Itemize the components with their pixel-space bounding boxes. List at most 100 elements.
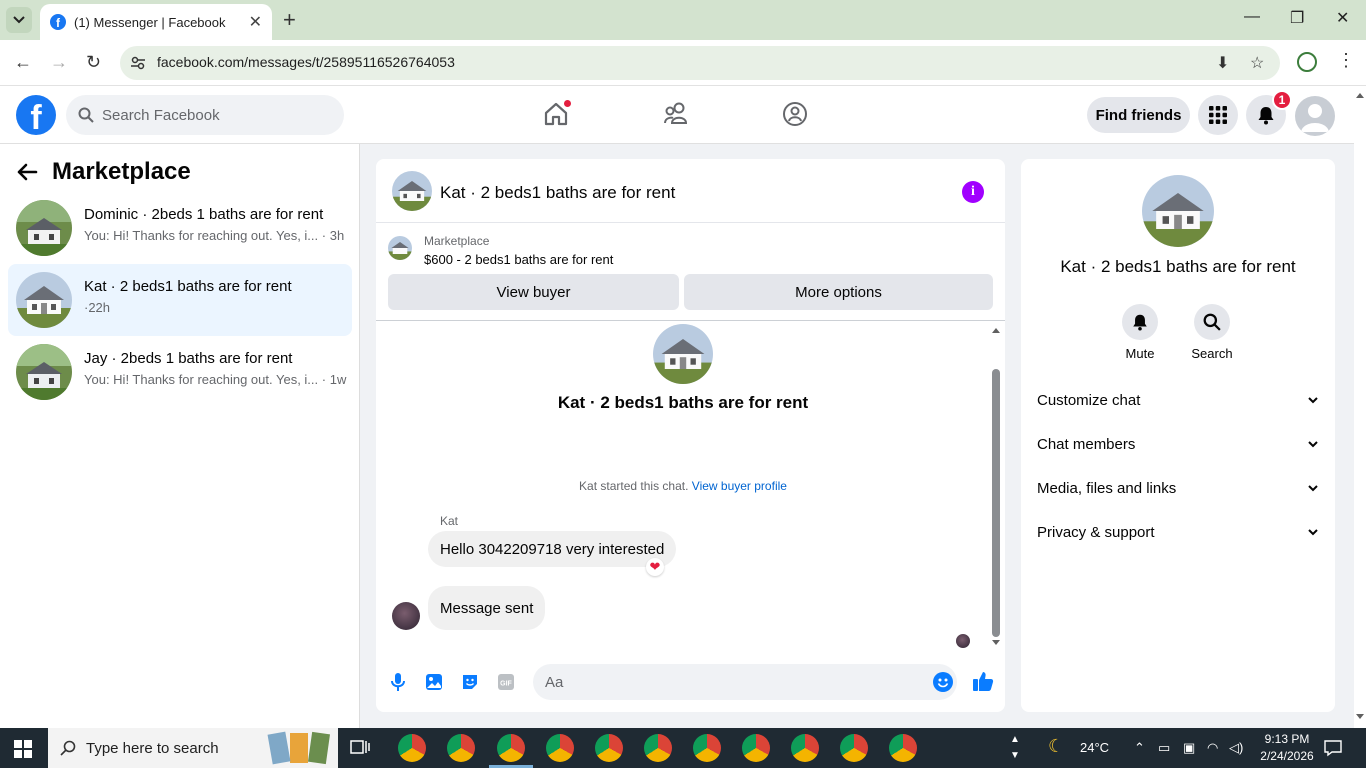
conversation-snippet: You: Hi! Thanks for reaching out. Yes, i… <box>84 372 347 387</box>
taskbar-clock[interactable]: 9:13 PM 2/24/2026 <box>1255 731 1319 765</box>
conversation-item-active[interactable]: Kat · 2 beds1 baths are for rent ·22h <box>8 264 352 336</box>
chrome-taskbar-icon[interactable] <box>791 734 819 762</box>
chrome-taskbar-icon[interactable] <box>644 734 672 762</box>
mute-action[interactable]: Mute <box>1110 304 1170 361</box>
chrome-taskbar-icon-active[interactable] <box>489 734 533 768</box>
chat-intro-name: Kat · 2 beds1 baths are for rent <box>557 393 809 412</box>
weather-moon-icon[interactable]: ☾ <box>1048 736 1064 757</box>
gif-icon[interactable]: GIF <box>496 672 516 692</box>
chat-members-section[interactable]: Chat members <box>1029 424 1327 464</box>
new-tab-button[interactable]: + <box>283 8 296 32</box>
conversation-item[interactable]: Dominic · 2beds 1 baths are for rent You… <box>8 192 352 264</box>
groups-icon[interactable] <box>781 100 809 128</box>
chrome-taskbar-icon[interactable] <box>889 734 917 762</box>
site-settings-icon[interactable] <box>130 55 146 71</box>
find-friends-button[interactable]: Find friends <box>1087 97 1190 133</box>
chevron-down-icon <box>1308 397 1318 404</box>
facebook-logo-icon[interactable]: f <box>16 95 56 135</box>
chat-header-name[interactable]: Kat · 2 beds1 baths are for rent <box>440 183 675 203</box>
battery-icon[interactable]: ▭ <box>1158 740 1170 756</box>
chevron-down-icon <box>13 16 25 24</box>
chrome-taskbar-icon[interactable] <box>693 734 721 762</box>
chrome-taskbar-icon[interactable] <box>840 734 868 762</box>
message-input[interactable] <box>533 664 957 700</box>
back-arrow-icon[interactable] <box>16 163 38 181</box>
close-window-icon[interactable]: ✕ <box>1336 8 1349 28</box>
taskbar-search[interactable]: Type here to search <box>48 728 338 768</box>
device-icon[interactable]: ▣ <box>1183 740 1195 756</box>
more-options-button[interactable]: More options <box>684 274 993 310</box>
clock-date: 2/24/2026 <box>1260 749 1314 763</box>
volume-icon[interactable]: ◁) <box>1229 740 1243 756</box>
house-thumbnail[interactable] <box>392 171 432 211</box>
install-app-icon[interactable]: ⬇ <box>1216 53 1229 73</box>
details-thumbnail <box>1142 175 1214 247</box>
incoming-message-bubble[interactable]: Message sent <box>428 586 546 630</box>
facebook-search[interactable] <box>66 95 344 135</box>
photo-icon[interactable] <box>424 672 444 692</box>
conversation-item[interactable]: Jay · 2beds 1 baths are for rent You: Hi… <box>8 336 352 408</box>
forward-icon[interactable]: → <box>50 52 68 73</box>
account-avatar[interactable] <box>1295 96 1335 136</box>
chrome-taskbar-icon[interactable] <box>398 734 426 762</box>
restore-icon[interactable]: ❐ <box>1290 8 1304 28</box>
chrome-taskbar-icon[interactable] <box>742 734 770 762</box>
chrome-taskbar-icon[interactable] <box>546 734 574 762</box>
view-buyer-profile-link[interactable]: View buyer profile <box>692 479 787 493</box>
search-in-chat-button[interactable] <box>1194 304 1230 340</box>
bell-icon <box>1258 107 1274 125</box>
show-hidden-icons-icon[interactable]: ⌃ <box>1134 740 1145 756</box>
bookmark-star-icon[interactable]: ☆ <box>1250 53 1264 73</box>
view-buyer-button[interactable]: View buyer <box>388 274 679 310</box>
url-text: facebook.com/messages/t/2589511652676405… <box>157 54 455 70</box>
emoji-icon[interactable] <box>933 672 953 692</box>
sticker-icon[interactable] <box>460 672 480 692</box>
house-thumbnail <box>16 200 72 256</box>
message-sender-name: Kat <box>440 514 459 528</box>
windows-start-icon[interactable] <box>14 740 32 758</box>
listing-price[interactable]: $600 - 2 beds1 baths are for rent <box>424 252 613 267</box>
reload-icon[interactable]: ↻ <box>86 52 101 73</box>
browser-toolbar: ← → ↻ facebook.com/messages/t/2589511652… <box>0 40 1366 86</box>
search-icon <box>78 107 94 123</box>
close-tab-icon[interactable]: ✕ <box>249 12 262 32</box>
search-input[interactable] <box>102 106 322 124</box>
back-icon[interactable]: ← <box>14 52 32 73</box>
chrome-taskbar-icon[interactable] <box>447 734 475 762</box>
marketplace-conversation-list: Marketplace Dominic · 2beds 1 baths are … <box>0 144 360 728</box>
incoming-message-bubble[interactable]: Hello 3042209718 very interested <box>428 531 677 567</box>
default-avatar-icon <box>1301 104 1329 132</box>
search-action[interactable]: Search <box>1182 304 1242 361</box>
tab-title: (1) Messenger | Facebook <box>74 14 226 30</box>
windows-taskbar: Type here to search ▲ ▼ ☾ 24°C ⌃ ▭ ▣ ◠ ◁)… <box>0 728 1366 768</box>
task-view-icon[interactable] <box>350 739 370 757</box>
address-bar[interactable]: facebook.com/messages/t/2589511652676405… <box>120 46 1280 80</box>
customize-chat-section[interactable]: Customize chat <box>1029 380 1327 420</box>
privacy-support-section[interactable]: Privacy & support <box>1029 512 1327 552</box>
notification-center-icon[interactable] <box>1324 739 1342 757</box>
listing-thumbnail[interactable] <box>388 236 412 260</box>
sender-avatar[interactable] <box>392 602 420 630</box>
thumbs-up-icon[interactable] <box>972 670 994 692</box>
wifi-icon[interactable]: ◠ <box>1207 740 1218 756</box>
browser-profile-icon[interactable] <box>1297 52 1317 72</box>
weather-temperature[interactable]: 24°C <box>1080 740 1109 755</box>
tab-search-button[interactable] <box>6 7 32 33</box>
heart-reaction-icon[interactable]: ❤ <box>646 558 664 576</box>
browser-tab-active[interactable]: f (1) Messenger | Facebook ✕ <box>40 4 272 40</box>
minimize-icon[interactable]: — <box>1244 8 1260 26</box>
section-label: Chat members <box>1037 435 1136 453</box>
media-files-links-section[interactable]: Media, files and links <box>1029 468 1327 508</box>
chrome-taskbar-icon[interactable] <box>595 734 623 762</box>
chevron-down-icon <box>1308 441 1318 448</box>
microphone-icon[interactable] <box>388 672 408 692</box>
chat-scrollbar-thumb[interactable] <box>992 369 1000 637</box>
page-scrollbar[interactable] <box>1354 86 1366 728</box>
mute-button[interactable] <box>1122 304 1158 340</box>
browser-menu-icon[interactable]: ⋮ <box>1337 50 1355 71</box>
section-label: Media, files and links <box>1037 479 1177 497</box>
taskbar-scroll-icon[interactable]: ▲ ▼ <box>1010 732 1020 764</box>
info-icon[interactable]: i <box>962 181 984 203</box>
friends-icon[interactable] <box>662 100 690 128</box>
menu-button[interactable] <box>1198 95 1238 135</box>
